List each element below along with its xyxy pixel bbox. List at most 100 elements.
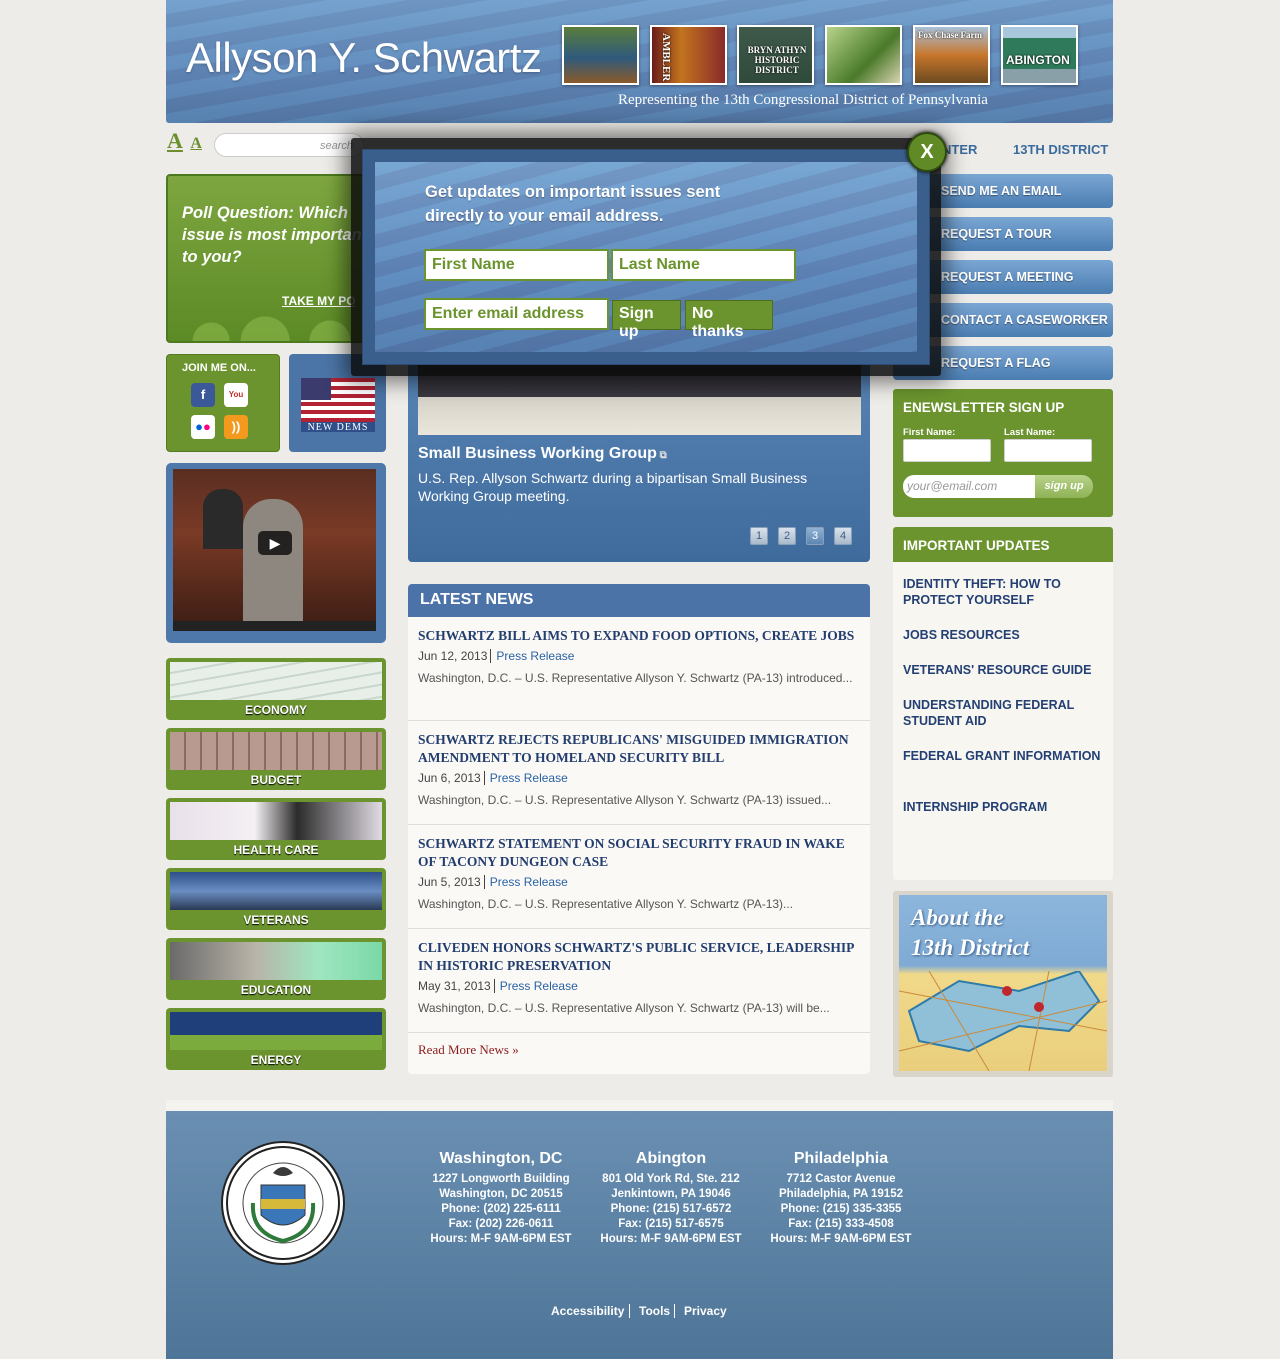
modal-first-name-field[interactable]: First Name (424, 249, 609, 281)
take-poll-link[interactable]: TAKE MY PO (282, 294, 356, 308)
thumbnail-bridge[interactable] (562, 25, 639, 85)
site-title[interactable]: Allyson Y. Schwartz (186, 34, 542, 82)
font-small-button[interactable]: A (190, 135, 202, 152)
about-district-banner[interactable]: About the 13th District (893, 891, 1113, 1077)
slider-page-3[interactable]: 3 (806, 527, 824, 545)
modal-no-thanks-button[interactable]: No thanks (685, 300, 773, 340)
news-title[interactable]: SCHWARTZ STATEMENT ON SOCIAL SECURITY FR… (418, 835, 860, 871)
slide-title[interactable]: Small Business Working Group ⧉ (418, 445, 667, 463)
health-care-image (170, 802, 382, 840)
seal-icon (226, 1146, 340, 1260)
office-philadelphia: Philadelphia 7712 Castor Avenue Philadel… (770, 1150, 912, 1245)
news-meta: Jun 5, 2013 Press Release (418, 875, 568, 889)
news-meta: Jun 6, 2013 Press Release (418, 771, 568, 785)
enewsletter-title: ENEWSLETTER SIGN UP (903, 400, 1065, 415)
nav-item-center[interactable]: NTER (942, 142, 977, 157)
issue-economy[interactable]: ECONOMY (166, 658, 386, 720)
news-title[interactable]: SCHWARTZ BILL AIMS TO EXPAND FOOD OPTION… (418, 627, 860, 645)
issue-health-care[interactable]: HEALTH CARE (166, 798, 386, 860)
news-meta: May 31, 2013 Press Release (418, 979, 578, 993)
modal-close-button[interactable]: X (907, 132, 947, 172)
modal-body: Get updates on important issues sent dir… (375, 162, 917, 352)
veterans-image (170, 872, 382, 910)
enews-last-name-field[interactable] (1004, 439, 1092, 462)
enewsletter-signup: ENEWSLETTER SIGN UP First Name: Last Nam… (893, 389, 1113, 517)
thumbnail-abington[interactable]: ABINGTON (1001, 25, 1078, 85)
news-item: SCHWARTZ STATEMENT ON SOCIAL SECURITY FR… (408, 825, 870, 929)
thumbnail-ambler[interactable]: AMBLER (650, 25, 727, 85)
background-figure (203, 489, 243, 549)
site-header: Allyson Y. Schwartz AMBLER BRYN ATHYN HI… (166, 0, 1113, 123)
update-link-jobs[interactable]: JOBS RESOURCES (903, 627, 1103, 643)
energy-image (170, 1012, 382, 1050)
enews-signup-button[interactable]: sign up (1035, 475, 1093, 498)
update-link-grants[interactable]: FEDERAL GRANT INFORMATION (903, 748, 1103, 764)
social-box-title: JOIN ME ON... (182, 362, 256, 374)
footer-link-privacy[interactable]: Privacy (674, 1304, 727, 1318)
modal-email-field[interactable]: Enter email address (424, 298, 609, 330)
news-item: CLIVEDEN HONORS SCHWARTZ'S PUBLIC SERVIC… (408, 929, 870, 1033)
enews-email-field[interactable]: your@email.com (903, 475, 1037, 498)
news-type-link[interactable]: Press Release (483, 875, 568, 889)
font-large-button[interactable]: A (167, 128, 183, 153)
video-screen[interactable]: ▶ (173, 469, 376, 631)
update-link-internship[interactable]: INTERNSHIP PROGRAM (903, 799, 1103, 815)
issue-veterans[interactable]: VETERANS (166, 868, 386, 930)
update-link-student-aid[interactable]: UNDERSTANDING FEDERAL STUDENT AID (903, 697, 1103, 729)
economy-image (170, 662, 382, 700)
news-type-link[interactable]: Press Release (493, 979, 578, 993)
video-controls-bar[interactable] (173, 621, 376, 631)
office-washington: Washington, DC 1227 Longworth Building W… (430, 1150, 572, 1245)
play-icon[interactable]: ▶ (258, 531, 292, 555)
update-link-veterans[interactable]: VETERANS' RESOURCE GUIDE (903, 662, 1103, 678)
modal-last-name-field[interactable]: Last Name (611, 249, 796, 281)
slider-page-4[interactable]: 4 (834, 527, 852, 545)
thumbnail-bryn-athyn[interactable]: BRYN ATHYN HISTORIC DISTRICT (737, 25, 814, 85)
flickr-icon[interactable]: ●● (191, 415, 215, 439)
issue-education[interactable]: EDUCATION (166, 938, 386, 1000)
search-input[interactable]: search (214, 133, 364, 157)
modal-signup-button[interactable]: Sign up (612, 300, 681, 340)
youtube-icon[interactable]: You (224, 383, 248, 407)
district-map-image: About the 13th District (899, 895, 1107, 1071)
last-name-label: Last Name: (1004, 427, 1056, 438)
footer-link-tools[interactable]: Tools (629, 1304, 670, 1318)
office-abington: Abington 801 Old York Rd, Ste. 212 Jenki… (600, 1150, 742, 1245)
district-map (899, 971, 1107, 1071)
news-title[interactable]: CLIVEDEN HONORS SCHWARTZ'S PUBLIC SERVIC… (418, 939, 860, 975)
news-summary: Washington, D.C. – U.S. Representative A… (418, 1001, 830, 1015)
enews-first-name-field[interactable] (903, 439, 991, 462)
slider-page-1[interactable]: 1 (750, 527, 768, 545)
footer-divider (166, 1100, 1113, 1111)
thumbnail-street-sign[interactable] (825, 25, 902, 85)
external-link-icon: ⧉ (656, 450, 667, 461)
first-name-label: First Name: (903, 427, 956, 438)
important-updates: IMPORTANT UPDATES IDENTITY THEFT: HOW TO… (893, 527, 1113, 880)
news-summary: Washington, D.C. – U.S. Representative A… (418, 897, 794, 911)
rss-icon[interactable]: )) (224, 415, 248, 439)
issue-budget[interactable]: BUDGET (166, 728, 386, 790)
news-title[interactable]: SCHWARTZ REJECTS REPUBLICANS' MISGUIDED … (418, 731, 860, 767)
latest-news-header: LATEST NEWS (408, 584, 870, 617)
new-dems-label: NEW DEMS (307, 422, 369, 433)
social-box: JOIN ME ON... f You ●● )) (166, 354, 280, 452)
important-updates-title: IMPORTANT UPDATES (893, 527, 1113, 562)
slide-description: U.S. Rep. Allyson Schwartz during a bipa… (418, 470, 808, 504)
nav-item-13th-district[interactable]: 13TH DISTRICT (1013, 142, 1108, 157)
news-type-link[interactable]: Press Release (483, 771, 568, 785)
news-item: SCHWARTZ REJECTS REPUBLICANS' MISGUIDED … (408, 721, 870, 825)
email-signup-modal: Get updates on important issues sent dir… (362, 149, 930, 365)
video-player[interactable]: ▶ (166, 463, 386, 643)
news-summary: Washington, D.C. – U.S. Representative A… (418, 671, 853, 685)
latest-news: LATEST NEWS SCHWARTZ BILL AIMS TO EXPAND… (408, 584, 870, 1074)
thumbnail-fox-chase-farm[interactable]: Fox Chase Farm (913, 25, 990, 85)
update-link-identity-theft[interactable]: IDENTITY THEFT: HOW TO PROTECT YOURSELF (903, 576, 1103, 608)
poll-question: Poll Question: Which issue is most impor… (182, 204, 368, 266)
facebook-icon[interactable]: f (191, 383, 215, 407)
issue-energy[interactable]: ENERGY (166, 1008, 386, 1070)
pennsylvania-seal (221, 1141, 345, 1265)
slider-page-2[interactable]: 2 (778, 527, 796, 545)
read-more-news-link[interactable]: Read More News » (418, 1042, 519, 1058)
news-type-link[interactable]: Press Release (490, 649, 575, 663)
footer-link-accessibility[interactable]: Accessibility (551, 1304, 624, 1318)
